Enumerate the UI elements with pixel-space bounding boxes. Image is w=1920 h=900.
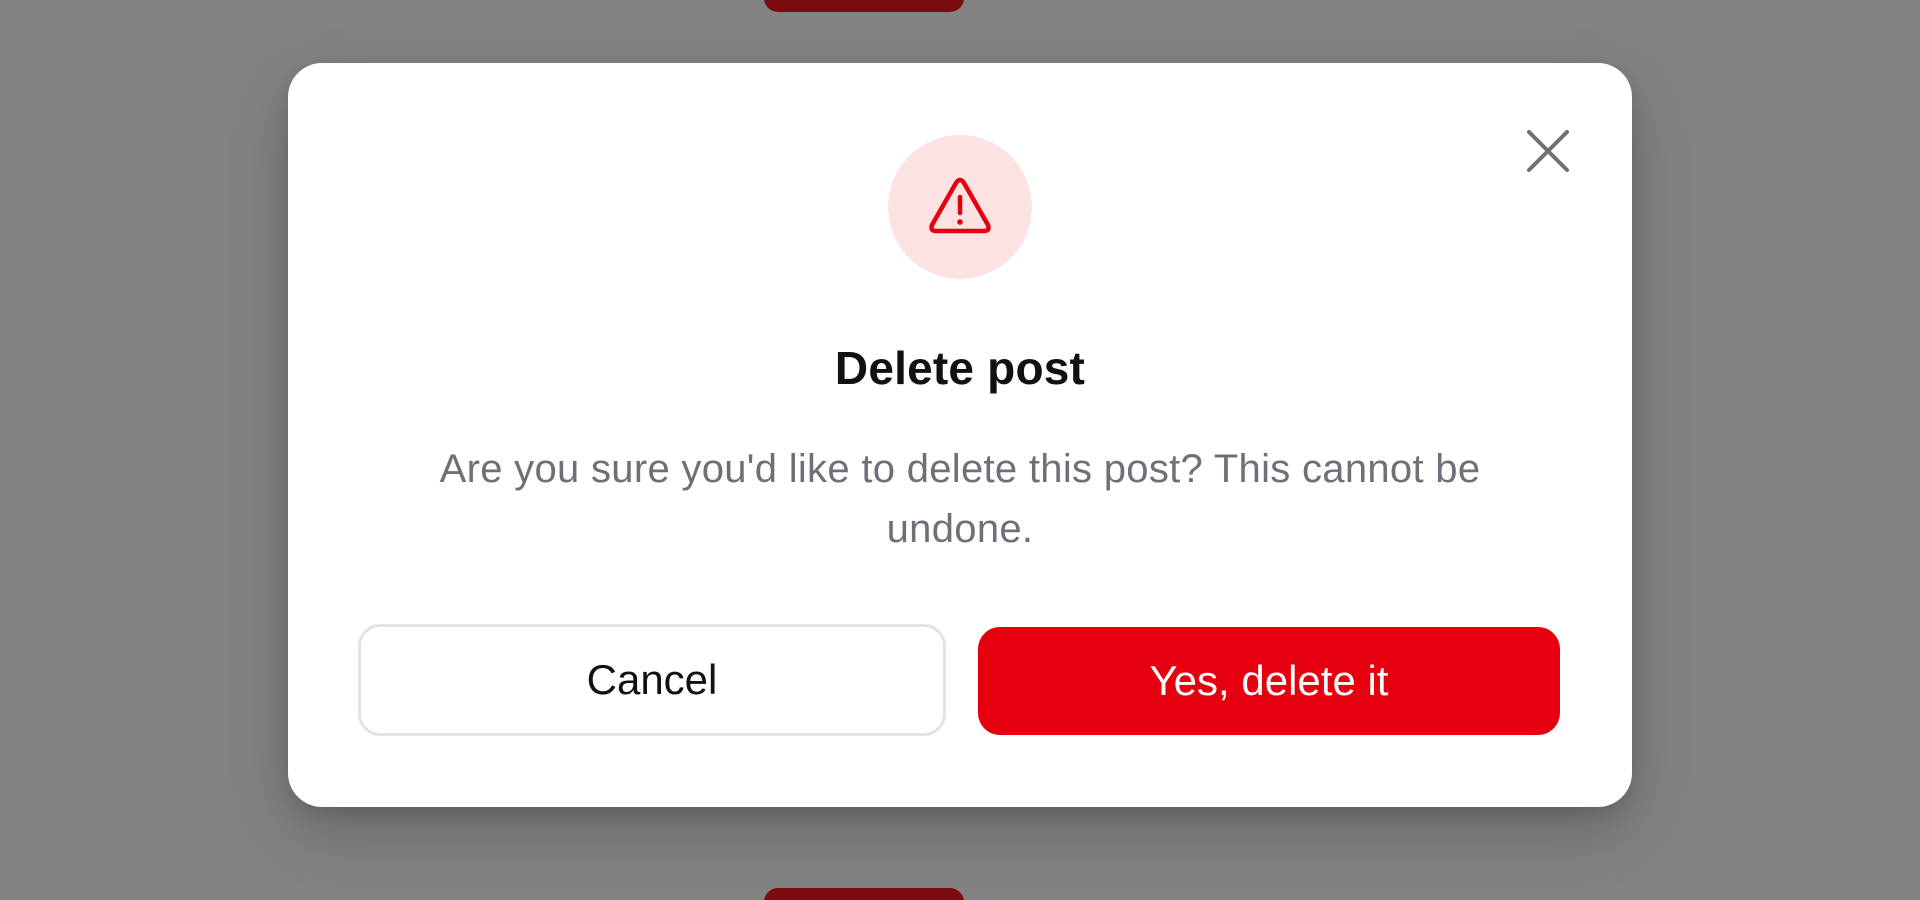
dialog-message: Are you sure you'd like to delete this p…	[439, 447, 1481, 551]
cancel-button[interactable]: Cancel	[358, 624, 946, 736]
delete-post-dialog: Delete post Are you sure you'd like to d…	[288, 63, 1632, 807]
warning-icon-badge	[888, 135, 1032, 279]
confirm-delete-button[interactable]: Yes, delete it	[978, 627, 1560, 735]
dialog-title: Delete post	[834, 342, 1086, 394]
close-button[interactable]	[1516, 119, 1580, 183]
warning-triangle-icon	[929, 177, 991, 234]
background-button-bottom	[764, 888, 964, 900]
background-button-top	[764, 0, 964, 12]
close-icon	[1527, 130, 1569, 172]
